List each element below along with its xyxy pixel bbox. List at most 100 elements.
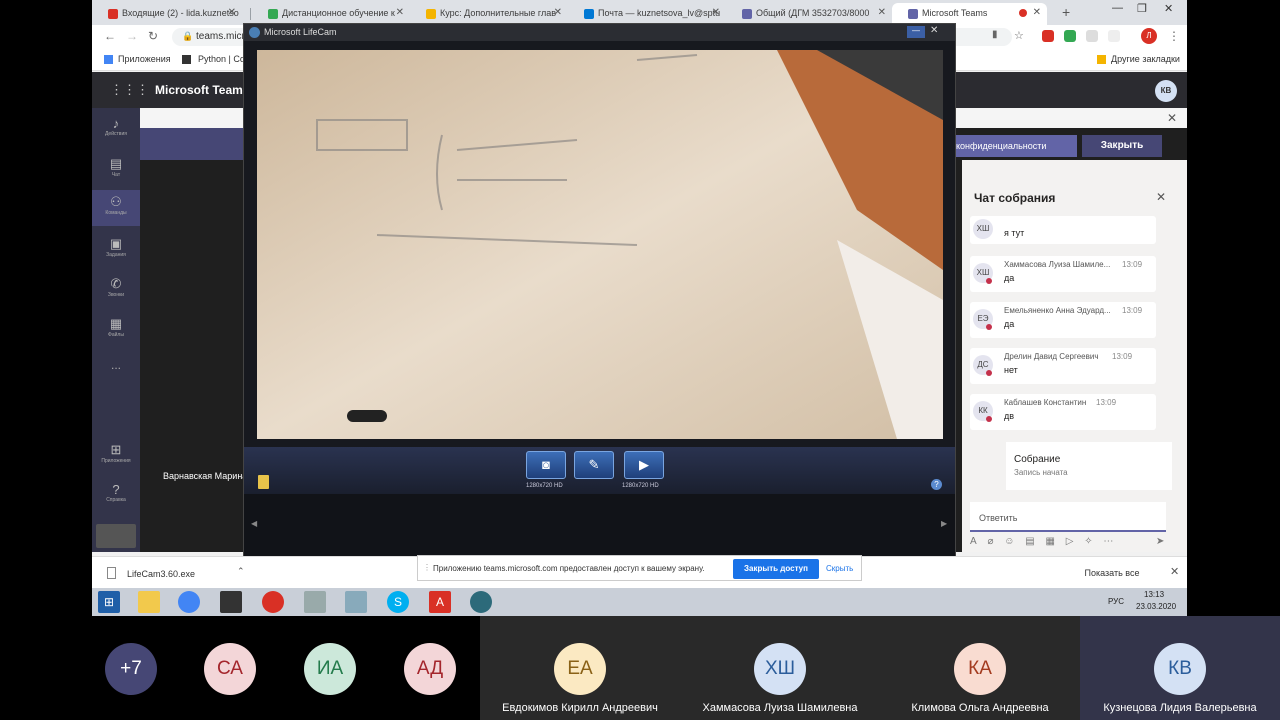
reload-icon[interactable]: ↻	[148, 29, 158, 43]
close-icon[interactable]: ✕	[930, 25, 938, 36]
scroll-left-icon[interactable]: ◀	[251, 519, 257, 528]
tab-distance-learning[interactable]: Дистанционное обучение к ✕	[252, 3, 410, 25]
participant-tile[interactable]: КА Климова Ольга Андреевна	[880, 616, 1080, 720]
rail-files[interactable]: ▦ Файлы	[92, 316, 140, 338]
sticker-icon[interactable]: ▦	[1046, 536, 1055, 547]
rail-apps[interactable]: ⊞ Приложения	[92, 442, 140, 464]
clock-date[interactable]: 23.03.2020	[1136, 602, 1176, 611]
close-icon[interactable]: ✕	[396, 7, 404, 18]
app-icon[interactable]	[345, 591, 367, 613]
menu-icon[interactable]: ⋮	[1168, 29, 1180, 43]
show-all-button[interactable]: Показать все	[1077, 563, 1147, 583]
emoji-icon[interactable]: ☺	[1004, 536, 1014, 547]
folder-icon[interactable]	[258, 475, 269, 489]
drag-handle-icon[interactable]: ⋮	[423, 563, 431, 572]
back-icon[interactable]: ←	[104, 29, 116, 43]
stop-sharing-button[interactable]: Закрыть доступ	[733, 559, 819, 579]
camera-feed-image	[257, 50, 943, 439]
participant-tile[interactable]: ХШ Хаммасова Луиза Шамилевна	[680, 616, 880, 720]
close-icon[interactable]: ✕	[878, 7, 886, 18]
tab-label: Общий (ДГМ 3532703/8000	[756, 8, 870, 18]
meet-icon[interactable]: ▷	[1066, 536, 1074, 547]
tab-gmail[interactable]: Входящие (2) - lida.kuznetso ✕	[92, 3, 242, 25]
participant-tile[interactable]: КВ Кузнецова Лидия Валерьевна	[1080, 616, 1280, 720]
close-icon[interactable]: ✕	[554, 7, 562, 18]
app-launcher-icon[interactable]: ⋮⋮⋮	[110, 82, 149, 98]
close-icon[interactable]: ✕	[1156, 190, 1166, 204]
close-icon[interactable]: ✕	[1167, 111, 1177, 125]
hide-link[interactable]: Скрыть	[826, 564, 853, 573]
adblock-icon[interactable]	[1042, 30, 1054, 42]
rail-teams[interactable]: ⚇ Команды	[92, 190, 140, 226]
format-icon[interactable]: A	[970, 536, 977, 547]
bookmark-apps[interactable]: Приложения	[118, 54, 171, 64]
extension-icon[interactable]	[1086, 30, 1098, 42]
close-icon[interactable]: ✕	[712, 7, 720, 18]
bookmark-other[interactable]: Другие закладки	[1111, 54, 1180, 64]
explorer-icon[interactable]	[138, 591, 160, 613]
minimize-icon[interactable]: —	[907, 26, 925, 38]
scroll-right-icon[interactable]: ▶	[941, 519, 947, 528]
more-icon[interactable]: ⋯	[1103, 536, 1113, 547]
more-icon[interactable]: ...	[92, 358, 140, 372]
tab-course[interactable]: Курс: Дополнительные глав ✕	[410, 3, 568, 25]
gallery-strip: ◀ ▶	[244, 494, 955, 557]
close-icon[interactable]: ✕	[1170, 565, 1179, 578]
attach-icon[interactable]: ⌀	[987, 536, 993, 547]
message-time: 13:09	[1096, 398, 1117, 407]
minimize-icon[interactable]: —	[1112, 2, 1123, 14]
clock-time[interactable]: 13:13	[1144, 590, 1164, 599]
skype-icon[interactable]: S	[387, 591, 409, 613]
user-avatar[interactable]: КВ	[1155, 80, 1177, 102]
message-time: 13:09	[1122, 306, 1143, 315]
camera-icon[interactable]: ▮	[992, 29, 998, 40]
chrome-icon[interactable]	[178, 591, 200, 613]
new-tab-button[interactable]: +	[1062, 4, 1070, 20]
download-app-icon[interactable]	[96, 524, 136, 548]
opera-icon[interactable]	[262, 591, 284, 613]
tab-mail[interactable]: Почта — kuznetsova_lv@sptu ✕	[568, 3, 726, 25]
close-icon[interactable]: ✕	[228, 7, 236, 18]
bookmark-python[interactable]: Python | Co	[198, 54, 245, 64]
language-indicator[interactable]: РУС	[1108, 597, 1124, 606]
rail-activity[interactable]: ♪ Действия	[92, 116, 140, 137]
maximize-icon[interactable]: ❐	[1137, 2, 1147, 15]
gif-icon[interactable]: ▤	[1025, 536, 1034, 547]
tab-general[interactable]: Общий (ДГМ 3532703/8000 ✕	[726, 3, 892, 25]
app-icon[interactable]	[220, 591, 242, 613]
tab-microsoft-teams[interactable]: Microsoft Teams ✕	[892, 3, 1047, 25]
forward-icon[interactable]: →	[126, 29, 138, 43]
extension-icon[interactable]	[1064, 30, 1076, 42]
app-icon[interactable]	[304, 591, 326, 613]
effects-button[interactable]: ✎	[574, 451, 614, 479]
video-record-button[interactable]: ▶	[624, 451, 664, 479]
help-icon[interactable]: ?	[931, 479, 942, 490]
download-filename[interactable]: LifeCam3.60.exe	[127, 569, 195, 579]
files-icon: ▦	[109, 316, 123, 331]
rail-calls[interactable]: ✆ Звонки	[92, 276, 140, 298]
lifecam-icon[interactable]	[470, 591, 492, 613]
participant-name: Евдокимов Кирилл Андреевич	[502, 702, 658, 714]
participant-strip: +7 СА ИА АД ЕА Евдокимов Кирилл Андрееви…	[0, 616, 1280, 720]
start-icon[interactable]: ⊞	[98, 591, 120, 613]
reply-input[interactable]: Ответить	[970, 502, 1166, 532]
star-icon[interactable]: ☆	[1014, 29, 1024, 42]
rail-help[interactable]: ? Справка	[92, 482, 140, 503]
profile-avatar[interactable]: Л	[1141, 28, 1157, 44]
rail-assignments[interactable]: ▣ Задания	[92, 236, 140, 258]
close-icon[interactable]: ✕	[1033, 7, 1041, 18]
praise-icon[interactable]: ✧	[1084, 536, 1092, 547]
tab-label: Дистанционное обучение к	[282, 8, 395, 18]
send-icon[interactable]: ➤	[1156, 536, 1164, 547]
teams-rail: ♪ Действия ▤ Чат ⚇ Команды ▣ Задания ✆ Звонки…	[92, 108, 140, 552]
close-banner-button[interactable]: Закрыть	[1082, 135, 1162, 157]
chevron-up-icon[interactable]: ⌃	[237, 566, 245, 577]
participant-tile[interactable]: ЕА Евдокимов Кирилл Андреевич	[480, 616, 680, 720]
teams-icon: ⚇	[110, 194, 122, 209]
privacy-button[interactable]: конфиденциальности	[952, 135, 1077, 157]
rail-chat[interactable]: ▤ Чат	[92, 156, 140, 178]
close-window-icon[interactable]: ✕	[1164, 2, 1173, 15]
extension-icon[interactable]	[1108, 30, 1120, 42]
acrobat-icon[interactable]: A	[429, 591, 451, 613]
photo-capture-button[interactable]: ◙	[526, 451, 566, 479]
